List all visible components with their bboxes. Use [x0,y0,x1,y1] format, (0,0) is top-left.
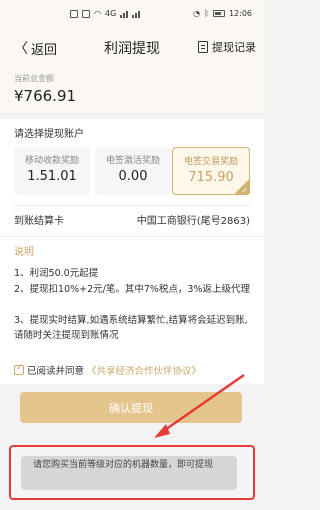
confirm-withdraw-button[interactable]: 确认提现 [20,392,242,423]
account-option-mobile-payment[interactable]: 移动收款奖励 1.51.01 [14,147,90,195]
chevron-left-icon: 〈 [14,41,28,57]
toast-highlight-box: 请您购买当前等级对应的机器数量，即可提现 [9,445,255,500]
settlement-card-value: 中国工商银行(尾号2863) [136,216,250,227]
divider [14,205,250,206]
status-time: 12:06 [228,9,252,18]
wifi-icon: ◠ [94,9,101,18]
status-bar: ◠ 4G ◔ ᛒ 12:06 [0,0,264,27]
account-heading: 请选择提现账户 [14,129,84,140]
account-option-label: 电签激活奖励 [105,156,160,166]
records-label: 提现记录 [212,41,256,54]
network-label: 4G [104,9,117,18]
account-option-value: 1.51.01 [27,169,77,184]
sim-icon [70,9,78,18]
note-line: 2、提现扣10%+2元/笔。其中7%税点，3%返上级代理 [14,284,251,295]
status-right: ◔ ᛒ 12:06 [193,9,252,18]
account-option-label: 移动收款奖励 [24,156,79,166]
toast-message: 请您购买当前等级对应的机器数量，即可提现 [21,456,237,490]
account-option-label: 电签交易奖励 [183,157,238,167]
back-label: 返回 [31,42,58,58]
signal-icon [120,10,129,18]
agreement-link[interactable]: 《共享经济合作伙伴协议》 [87,363,201,377]
agreement-text: 已阅读并同意 [27,366,85,377]
settlement-card-label: 到账结算卡 [14,216,64,227]
status-icons: ◠ 4G [70,9,141,18]
withdraw-records-button[interactable]: 提现记录 [198,39,256,55]
note-line: 3、提现实时结算,如遇系统结算繁忙,结算将会延迟到账,请随时关注提现到账情况 [14,315,248,341]
sim-icon [82,9,90,18]
selected-check-icon: ✓ [232,179,250,195]
alarm-icon: ◔ [193,9,201,18]
note-line: 1、利润50.0元起提 [14,268,99,279]
agreement-checkbox[interactable] [14,363,24,375]
battery-icon [212,10,225,17]
bluetooth-icon: ᛒ [204,9,209,18]
notes-section: 说明 1、利润50.0元起提 2、提现扣10%+2元/笔。其中7%税点，3%返上… [0,236,264,360]
total-label: 当前总金额 [14,74,54,83]
nav-bar: 〈 返回 利润提现 提现记录 [0,27,264,67]
back-button[interactable]: 〈 返回 [14,38,57,58]
notes-title: 说明 [14,247,34,258]
agreement-row: 已阅读并同意 《共享经济合作伙伴协议》 [0,360,264,384]
account-selection-card: 请选择提现账户 移动收款奖励 1.51.01 电签激活奖励 0.00 电签交易奖… [0,119,264,236]
document-icon [198,41,208,53]
account-option-activation[interactable]: 电签激活奖励 0.00 [95,147,171,195]
signal-icon [132,10,141,18]
account-option-value: 0.00 [118,169,148,184]
total-value: ¥766.91 [14,87,77,105]
total-amount-card: 当前总金额 ¥766.91 [0,67,264,113]
account-option-transaction[interactable]: 电签交易奖励 715.90 ✓ [172,147,250,195]
